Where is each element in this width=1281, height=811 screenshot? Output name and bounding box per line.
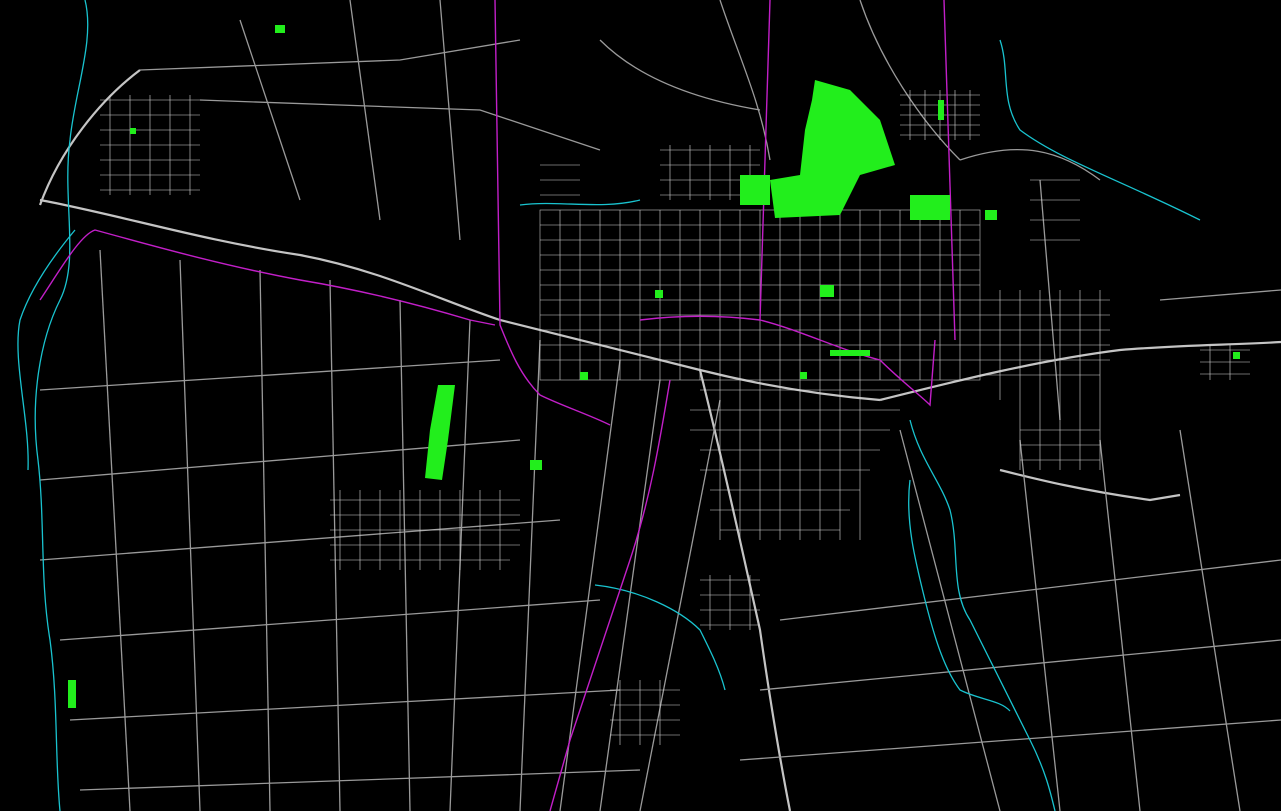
park-east-2 [830,350,870,356]
park-north-tiny [275,25,285,33]
street [559,210,961,380]
park-east-1 [820,285,834,297]
park-w-2 [130,128,136,134]
city-map[interactable] [0,0,1281,811]
park-center-1 [655,290,663,298]
park-east-far [1233,352,1240,359]
park-sw-2 [530,460,542,470]
park-north-small [740,175,770,205]
map-background [0,0,1281,811]
park-center-2 [580,372,588,380]
park-n-3 [938,100,944,120]
park-ne-2 [985,210,997,220]
park-northeast [910,195,950,220]
park-west-small [68,680,76,708]
park-center-3 [800,372,807,379]
